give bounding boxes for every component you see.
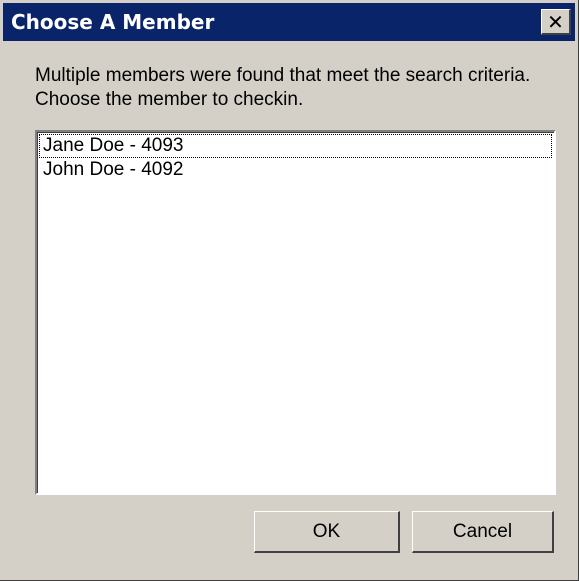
list-item[interactable]: Jane Doe - 4093 bbox=[39, 134, 552, 158]
close-button[interactable]: ✕ bbox=[541, 9, 571, 35]
close-icon: ✕ bbox=[547, 9, 564, 34]
cancel-button[interactable]: Cancel bbox=[412, 511, 554, 553]
ok-button[interactable]: OK bbox=[254, 511, 400, 553]
title-bar[interactable]: Choose A Member ✕ bbox=[3, 3, 575, 41]
instruction-text: Multiple members were found that meet th… bbox=[35, 65, 531, 110]
choose-member-dialog: Choose A Member ✕ Multiple members were … bbox=[0, 0, 579, 581]
dialog-title: Choose A Member bbox=[11, 10, 215, 34]
list-item[interactable]: John Doe - 4092 bbox=[39, 158, 552, 182]
member-list[interactable]: Jane Doe - 4093 John Doe - 4092 bbox=[35, 130, 556, 495]
